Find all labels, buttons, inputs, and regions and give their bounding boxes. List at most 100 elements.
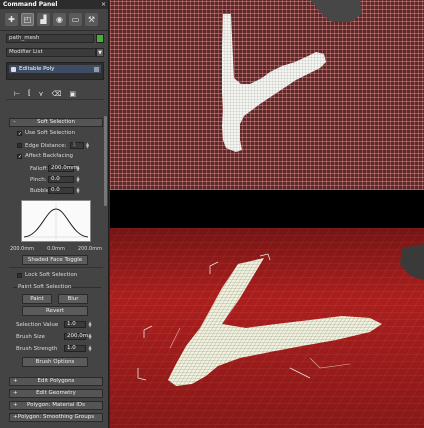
checkbox-label: Lock Soft Selection	[25, 272, 78, 278]
bubble-label: Bubble:	[30, 187, 52, 194]
bubble-spinner[interactable]: 0.0	[48, 187, 74, 194]
rollout-title: Edit Polygons	[37, 378, 75, 384]
rollout-title: Polygon: Smoothing Groups	[17, 414, 95, 420]
stack-toolbar: ⊢ ⫿ ⋎ ⌫ ▣	[6, 88, 104, 100]
object-name-field[interactable]: path_mesh	[6, 34, 94, 43]
falloff-spinner[interactable]: 200.0mm	[48, 165, 77, 172]
brush-strength-spinner[interactable]: 1.0	[64, 345, 86, 352]
brush-strength-label: Brush Strength	[16, 345, 58, 352]
checkbox-unchecked-icon	[17, 143, 22, 148]
checkbox-label: Use Soft Selection	[25, 130, 75, 136]
chevron-down-icon[interactable]: ▼	[96, 48, 104, 57]
rollout-title: Polygon: Material IDs	[26, 402, 86, 408]
brush-strength-row: Brush Strength 1.0 ▲ ▼	[16, 345, 92, 352]
perspective-viewport[interactable]	[110, 228, 424, 428]
modifier-list-dropdown[interactable]: Modifier List	[6, 48, 96, 57]
lightbulb-icon[interactable]	[11, 66, 16, 72]
top-viewport[interactable]	[110, 0, 424, 190]
lock-soft-selection-checkbox[interactable]: Lock Soft Selection	[17, 272, 77, 278]
command-panel: Command Panel × ✚ ◰ ▟ ◉ ▭ ⚒ path_mesh Mo…	[0, 0, 109, 428]
spinner-arrows-icon[interactable]: ▲ ▼	[76, 176, 80, 183]
edge-distance-checkbox[interactable]: Edge Distance: 1 ▲ ▼	[17, 142, 90, 149]
brush-size-spinner[interactable]: 200.0m	[64, 333, 88, 340]
selection-value-row: Selection Value 1.0 ▲ ▼	[16, 321, 92, 328]
checkbox-unchecked-icon	[17, 272, 22, 278]
falloff-label: Falloff:	[30, 165, 49, 172]
modify-icon[interactable]: ◰	[21, 13, 34, 26]
hierarchy-icon[interactable]: ▟	[37, 13, 50, 26]
blur-button[interactable]: Blur	[58, 294, 88, 304]
object-color-swatch[interactable]	[96, 34, 104, 43]
collapse-icon: –	[13, 119, 16, 125]
brush-options-button[interactable]: Brush Options	[22, 357, 88, 367]
paint-soft-selection-group-label: Paint Soft Selection	[17, 284, 73, 290]
spinner-arrows-icon[interactable]: ▲ ▼	[88, 345, 92, 352]
affect-backfacing-checkbox[interactable]: ✓ Affect Backfacing	[17, 153, 73, 159]
spinner-arrows-icon[interactable]: ▲ ▼	[76, 187, 80, 194]
panel-titlebar: Command Panel ×	[0, 0, 108, 9]
use-soft-selection-checkbox[interactable]: ✓ Use Soft Selection	[17, 130, 75, 136]
soft-selection-region	[222, 14, 326, 152]
spinner-arrows-icon[interactable]: ▲ ▼	[76, 165, 80, 172]
pin-stack-icon[interactable]: ⊢	[14, 90, 20, 98]
edge-distance-spinner[interactable]: 1	[69, 142, 84, 149]
expand-icon: +	[13, 378, 18, 384]
expand-icon: +	[13, 402, 18, 408]
make-unique-icon[interactable]: ⋎	[38, 90, 43, 98]
checkbox-checked-icon: ✓	[17, 130, 23, 137]
brush-size-label: Brush Size	[16, 333, 45, 340]
mesh-hole	[310, 0, 362, 22]
curve-left-label: 200.0mm	[10, 246, 35, 252]
checkbox-label: Affect Backfacing	[25, 153, 74, 159]
bubble-row: Bubble: 0.0 ▲ ▼	[30, 187, 80, 194]
spinner-arrows-icon[interactable]: ▲ ▼	[86, 142, 90, 149]
falloff-curve-icon	[23, 203, 89, 239]
spinner-arrows-icon[interactable]: ▲ ▼	[88, 321, 92, 328]
falloff-row: Falloff: 200.0mm ▲ ▼	[30, 165, 80, 172]
rollout-smoothing-groups[interactable]: + Polygon: Smoothing Groups	[9, 413, 103, 422]
soft-selection-rollout-header[interactable]: – Soft Selection	[9, 118, 103, 127]
curve-right-label: 200.0mm	[77, 246, 102, 252]
rollout-edit-polygons[interactable]: + Edit Polygons	[9, 377, 103, 386]
checkbox-checked-icon: ✓	[17, 153, 23, 160]
configure-icon[interactable]: ▣	[69, 90, 76, 98]
pinch-row: Pinch: 0.0 ▲ ▼	[30, 176, 80, 183]
top-view-mesh	[222, 0, 362, 152]
stack-item-label: Editable Poly	[19, 66, 55, 72]
paint-button[interactable]: Paint	[22, 294, 52, 304]
display-icon[interactable]: ▭	[69, 13, 82, 26]
utilities-icon[interactable]: ⚒	[85, 13, 98, 26]
expand-icon: +	[13, 390, 18, 396]
create-icon[interactable]: ✚	[5, 13, 18, 26]
falloff-curve-graph	[21, 200, 91, 242]
show-end-result-icon[interactable]: ⫿	[28, 89, 30, 98]
expand-icon: +	[13, 414, 18, 420]
panel-scrollbar[interactable]	[104, 116, 107, 206]
shaded-face-toggle-button[interactable]: Shaded Face Toggle	[22, 255, 88, 265]
panel-tabs: ✚ ◰ ▟ ◉ ▭ ⚒	[0, 9, 108, 31]
motion-icon[interactable]: ◉	[53, 13, 66, 26]
checkbox-label: Edge Distance:	[25, 142, 67, 149]
viewport-separator	[110, 190, 424, 228]
rollout-edit-geometry[interactable]: + Edit Geometry	[9, 389, 103, 398]
perspective-view-mesh	[110, 228, 424, 428]
selection-value-label: Selection Value	[16, 321, 59, 328]
curve-mid-label: 0.0mm	[47, 246, 65, 252]
selection-value-spinner[interactable]: 1.0	[64, 321, 86, 328]
spinner-arrows-icon[interactable]: ▲ ▼	[88, 333, 92, 340]
modifier-stack: Editable Poly	[6, 62, 104, 80]
brush-size-row: Brush Size 200.0m ▲ ▼	[16, 333, 92, 340]
rollout-title: Edit Geometry	[36, 390, 76, 396]
curve-axis-labels: 200.0mm 0.0mm 200.0mm	[10, 246, 102, 252]
stack-square-icon	[94, 66, 99, 72]
revert-button[interactable]: Revert	[22, 306, 88, 316]
rollout-title: Soft Selection	[37, 119, 75, 125]
panel-title: Command Panel	[3, 1, 58, 8]
close-icon[interactable]: ×	[101, 1, 106, 8]
pinch-spinner[interactable]: 0.0	[48, 176, 74, 183]
rollout-material-ids[interactable]: + Polygon: Material IDs	[9, 401, 103, 410]
divider	[9, 267, 103, 268]
stack-item-editable-poly[interactable]: Editable Poly	[9, 65, 101, 73]
pinch-label: Pinch:	[30, 176, 47, 183]
remove-modifier-icon[interactable]: ⌫	[52, 90, 62, 98]
